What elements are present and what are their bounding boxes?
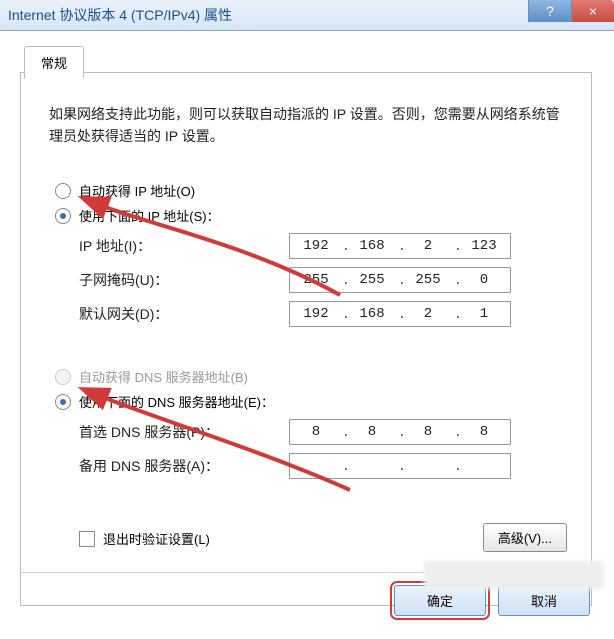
radio-auto-ip[interactable]	[55, 183, 71, 199]
ok-button[interactable]: 确定	[394, 585, 486, 616]
obscured-region	[424, 561, 604, 589]
gw-oct4[interactable]: 1	[458, 306, 510, 322]
pdns-oct3[interactable]: 8	[402, 424, 454, 440]
dialog-body: 常规 如果网络支持此功能，则可以获取自动指派的 IP 设置。否则，您需要从网络系…	[10, 42, 604, 622]
close-button[interactable]: ×	[571, 0, 614, 22]
ip-oct2[interactable]: 168	[346, 238, 398, 254]
radio-auto-ip-label: 自动获得 IP 地址(O)	[79, 181, 195, 200]
mask-oct1[interactable]: 255	[290, 272, 342, 288]
radio-manual-ip-label: 使用下面的 IP 地址(S)：	[79, 206, 220, 225]
ip-oct1[interactable]: 192	[290, 238, 342, 254]
pdns-oct1[interactable]: 8	[290, 424, 342, 440]
alt-dns-input[interactable]: . . .	[289, 453, 511, 479]
gateway-input[interactable]: 192. 168. 2. 1	[289, 301, 511, 327]
general-panel: 如果网络支持此功能，则可以获取自动指派的 IP 设置。否则，您需要从网络系统管理…	[20, 72, 592, 606]
title-bar: Internet 协议版本 4 (TCP/IPv4) 属性 ? ×	[0, 0, 614, 31]
tab-general[interactable]: 常规	[24, 46, 84, 79]
gw-oct1[interactable]: 192	[290, 306, 342, 322]
mask-oct2[interactable]: 255	[346, 272, 398, 288]
mask-oct4[interactable]: 0	[458, 272, 510, 288]
subnet-mask-input[interactable]: 255. 255. 255. 0	[289, 267, 511, 293]
subnet-mask-label: 子网掩码(U)：	[79, 270, 289, 290]
gw-oct3[interactable]: 2	[402, 306, 454, 322]
ip-oct3[interactable]: 2	[402, 238, 454, 254]
pdns-oct4[interactable]: 8	[458, 424, 510, 440]
window-title: Internet 协议版本 4 (TCP/IPv4) 属性	[8, 5, 232, 25]
cancel-button[interactable]: 取消	[498, 585, 590, 616]
description-text: 如果网络支持此功能，则可以获取自动指派的 IP 设置。否则，您需要从网络系统管理…	[49, 103, 569, 147]
gw-oct2[interactable]: 168	[346, 306, 398, 322]
radio-auto-dns-label: 自动获得 DNS 服务器地址(B)	[79, 367, 248, 386]
help-button[interactable]: ?	[528, 0, 571, 22]
ip-oct4[interactable]: 123	[458, 238, 510, 254]
pdns-oct2[interactable]: 8	[346, 424, 398, 440]
radio-manual-ip[interactable]	[55, 208, 71, 224]
radio-auto-dns	[55, 369, 71, 385]
ip-address-label: IP 地址(I)：	[79, 236, 289, 256]
ip-address-input[interactable]: 192. 168. 2. 123	[289, 233, 511, 259]
validate-on-exit-checkbox[interactable]	[79, 531, 95, 547]
validate-on-exit-label: 退出时验证设置(L)	[103, 529, 210, 548]
pref-dns-input[interactable]: 8. 8. 8. 8	[289, 419, 511, 445]
gateway-label: 默认网关(D)：	[79, 304, 289, 324]
radio-manual-dns-label: 使用下面的 DNS 服务器地址(E)：	[79, 392, 274, 411]
alt-dns-label: 备用 DNS 服务器(A)：	[79, 456, 289, 476]
advanced-button[interactable]: 高级(V)...	[483, 523, 567, 552]
ip-group: 自动获得 IP 地址(O) 使用下面的 IP 地址(S)： IP 地址(I)： …	[55, 175, 575, 335]
radio-manual-dns[interactable]	[55, 394, 71, 410]
dns-group: 自动获得 DNS 服务器地址(B) 使用下面的 DNS 服务器地址(E)： 首选…	[55, 361, 575, 487]
mask-oct3[interactable]: 255	[402, 272, 454, 288]
pref-dns-label: 首选 DNS 服务器(P)：	[79, 422, 289, 442]
